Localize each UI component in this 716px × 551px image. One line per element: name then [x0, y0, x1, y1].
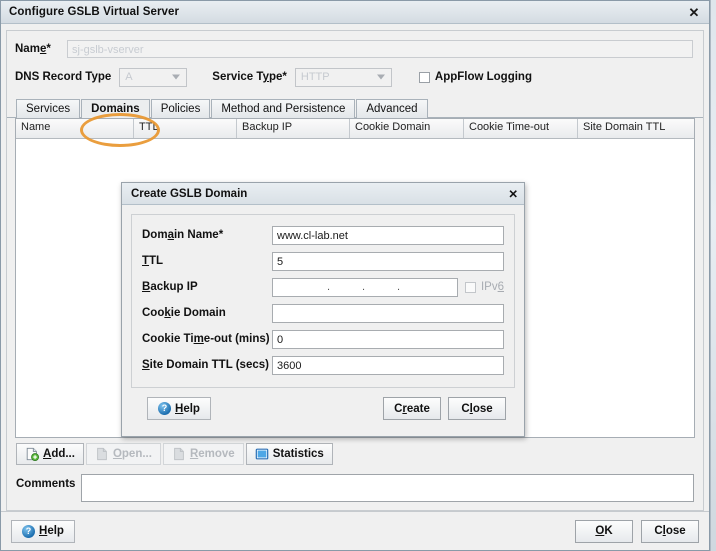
- ttl-row: TTL 5: [142, 248, 504, 274]
- create-button-label: Create: [394, 402, 430, 415]
- tab-method-and-persistence[interactable]: Method and Persistence: [211, 99, 356, 118]
- dialog-title: Create GSLB Domain: [131, 187, 248, 200]
- comments-input[interactable]: [81, 474, 694, 502]
- remove-button-label: Remove: [189, 448, 235, 460]
- service-type-label: Service Type*: [212, 71, 287, 83]
- backup-ip-input[interactable]: ...: [272, 277, 458, 297]
- dialog-close-icon[interactable]: ✕: [508, 187, 518, 201]
- help-icon: ?: [22, 524, 35, 538]
- ok-button-label: OK: [595, 525, 613, 537]
- appflow-logging-checkbox[interactable]: AppFlow Logging: [418, 71, 532, 83]
- site-domain-ttl-input[interactable]: 3600: [272, 355, 504, 375]
- domain-name-label: Domain Name*: [142, 229, 224, 241]
- dialog-fields: Domain Name* www.cl-lab.net TTL 5 Backup…: [131, 214, 515, 388]
- name-row: Name* sj-gslb-vserver: [7, 31, 703, 63]
- tab-policies[interactable]: Policies: [150, 99, 211, 118]
- dialog-close-label: Close: [461, 402, 493, 415]
- backup-ip-label: Backup IP: [142, 281, 198, 293]
- open-button: Open...: [85, 443, 161, 465]
- checkbox-icon: [464, 281, 476, 293]
- domain-name-row: Domain Name* www.cl-lab.net: [142, 222, 504, 248]
- cookie-domain-row: Cookie Domain: [142, 300, 504, 326]
- cookie-domain-input[interactable]: [272, 303, 504, 323]
- chevron-down-icon: [376, 74, 385, 80]
- ttl-label: TTL: [142, 255, 164, 267]
- ipv6-checkbox: IPv6: [464, 281, 504, 293]
- service-type-value: HTTP: [300, 71, 330, 83]
- window-close-button[interactable]: Close: [641, 519, 699, 543]
- cookie-domain-label: Cookie Domain: [142, 307, 226, 319]
- window-title: Configure GSLB Virtual Server: [9, 6, 180, 18]
- site-domain-ttl-label: Site Domain TTL (secs): [142, 359, 269, 371]
- dns-record-type-label: DNS Record Type: [15, 71, 112, 83]
- column-header-site-domain-ttl[interactable]: Site Domain TTL: [578, 119, 694, 138]
- window-titlebar: Configure GSLB Virtual Server ✕: [1, 1, 709, 24]
- create-button[interactable]: Create: [383, 397, 441, 420]
- tab-advanced[interactable]: Advanced: [356, 99, 428, 118]
- column-header-cookie-time-out[interactable]: Cookie Time-out: [464, 119, 578, 138]
- backup-ip-row: Backup IP ... IPv6: [142, 274, 504, 300]
- help-button-label: Help: [39, 525, 64, 537]
- table-header-row: Name TTL Backup IP Cookie Domain Cookie …: [16, 119, 694, 139]
- site-domain-ttl-row: Site Domain TTL (secs) 3600: [142, 352, 504, 378]
- chevron-down-icon: [172, 74, 181, 80]
- comments-label: Comments: [16, 478, 76, 490]
- add-document-icon: [26, 447, 39, 461]
- appflow-logging-label: AppFlow Logging: [434, 71, 532, 83]
- name-label: Name*: [15, 43, 51, 55]
- close-button-label: Close: [654, 525, 686, 537]
- statistics-button-label: Statistics: [272, 448, 324, 460]
- dialog-titlebar: Create GSLB Domain ✕: [122, 183, 524, 205]
- tab-domains[interactable]: Domains: [81, 99, 150, 118]
- statistics-button[interactable]: Statistics: [245, 443, 333, 465]
- ok-button[interactable]: OK: [575, 519, 633, 543]
- ttl-input[interactable]: 5: [272, 251, 504, 271]
- dialog-body: Domain Name* www.cl-lab.net TTL 5 Backup…: [122, 205, 524, 436]
- dialog-footer: ? Help Create Close: [131, 388, 515, 430]
- dns-service-row: DNS Record Type A Service Type* HTTP App…: [7, 63, 703, 91]
- domains-toolbar: Add... Open... Remove Statistics: [7, 438, 703, 470]
- comments-row: Comments: [7, 470, 703, 510]
- dns-record-type-value: A: [125, 71, 133, 83]
- cookie-time-out-row: Cookie Time-out (mins) 0: [142, 326, 504, 352]
- column-header-backup-ip[interactable]: Backup IP: [237, 119, 350, 138]
- remove-document-icon: [174, 447, 184, 461]
- open-document-icon: [97, 447, 107, 461]
- checkbox-icon: [418, 71, 430, 83]
- close-icon[interactable]: ✕: [685, 3, 703, 21]
- column-header-ttl[interactable]: TTL: [134, 119, 237, 138]
- add-button[interactable]: Add...: [16, 443, 84, 465]
- dialog-close-button[interactable]: Close: [448, 397, 506, 420]
- dns-record-type-select[interactable]: A: [119, 67, 188, 87]
- name-input[interactable]: sj-gslb-vserver: [67, 40, 693, 58]
- column-header-name[interactable]: Name: [16, 119, 134, 138]
- ip-octet-separators: ...: [326, 280, 400, 293]
- ipv6-label: IPv6: [480, 281, 504, 293]
- tab-services[interactable]: Services: [16, 99, 81, 118]
- column-header-cookie-domain[interactable]: Cookie Domain: [350, 119, 464, 138]
- cookie-time-out-label: Cookie Time-out (mins): [142, 333, 270, 345]
- window-footer: ? Help OK Close: [1, 511, 709, 550]
- remove-button: Remove: [162, 443, 244, 465]
- add-button-label: Add...: [43, 448, 75, 460]
- domain-name-input[interactable]: www.cl-lab.net: [272, 225, 504, 245]
- background-window-edge: [710, 0, 716, 551]
- create-gslb-domain-dialog: Create GSLB Domain ✕ Domain Name* www.cl…: [121, 182, 525, 437]
- help-icon: ?: [158, 402, 171, 415]
- dialog-help-button[interactable]: ? Help: [147, 397, 211, 420]
- statistics-monitor-icon: [255, 448, 268, 460]
- service-type-select[interactable]: HTTP: [294, 67, 392, 87]
- open-button-label: Open...: [112, 448, 152, 460]
- dialog-help-label: Help: [175, 402, 200, 415]
- help-button[interactable]: ? Help: [11, 519, 75, 543]
- tabstrip: Services Domains Policies Method and Per…: [7, 91, 703, 118]
- cookie-time-out-input[interactable]: 0: [272, 329, 504, 349]
